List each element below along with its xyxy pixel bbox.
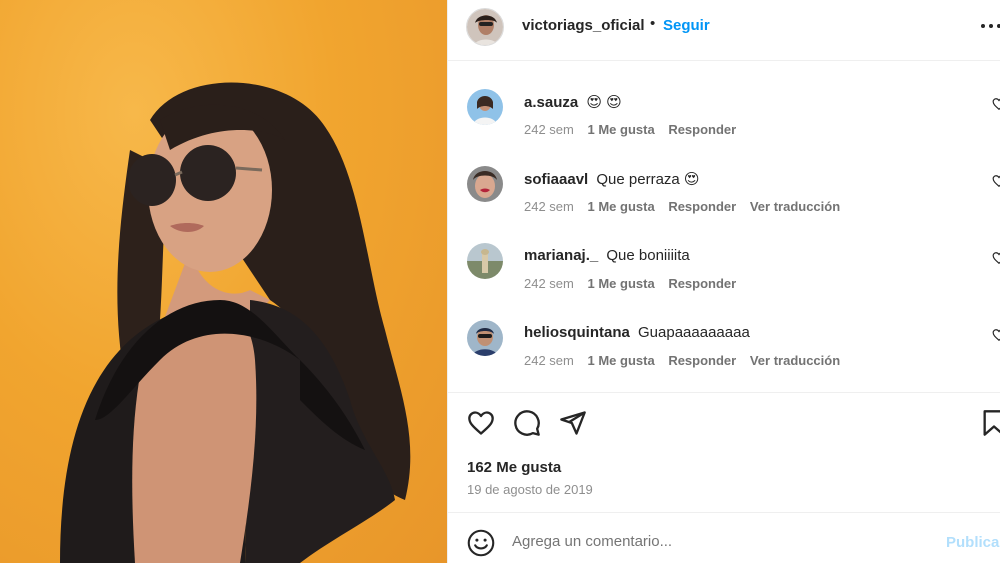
- comment-bubble-icon[interactable]: [513, 409, 541, 437]
- reply-button[interactable]: Responder: [668, 122, 736, 137]
- comment-like-icon[interactable]: [992, 328, 1000, 342]
- reply-button[interactable]: Responder: [668, 199, 736, 214]
- post-photo[interactable]: [0, 0, 447, 563]
- comment-username[interactable]: marianaj._: [524, 247, 598, 264]
- comment-like-icon[interactable]: [992, 251, 1000, 265]
- reply-button[interactable]: Responder: [668, 353, 736, 368]
- emoji-icon[interactable]: [467, 529, 495, 557]
- author-avatar[interactable]: [466, 8, 504, 46]
- comment-likes[interactable]: 1 Me gusta: [588, 353, 655, 368]
- more-horizontal-icon[interactable]: [979, 14, 1000, 38]
- comment-meta: 242 sem 1 Me gusta Responder Ver traducc…: [524, 199, 850, 214]
- comment-text-line: marianaj._ Que boniiiita: [524, 247, 690, 264]
- reply-button[interactable]: Responder: [668, 276, 736, 291]
- comment-item: heliosquintana Guapaaaaaaaaa 242 sem 1 M…: [448, 320, 1000, 392]
- follow-button[interactable]: Seguir: [663, 17, 710, 34]
- post-image: [60, 82, 411, 563]
- comment-time: 242 sem: [524, 122, 574, 137]
- comment-item: marianaj._ Que boniiiita 242 sem 1 Me gu…: [448, 243, 1000, 320]
- post-date: 19 de agosto de 2019: [467, 482, 593, 497]
- comment-item: a.sauza 😍 😍 242 sem 1 Me gusta Responder: [448, 89, 1000, 166]
- comment-time: 242 sem: [524, 353, 574, 368]
- comment-body: 😍 😍: [586, 94, 622, 111]
- comment-body: Que boniiiita: [606, 247, 690, 264]
- save-bookmark-icon[interactable]: [980, 409, 1000, 437]
- comment-time: 242 sem: [524, 276, 574, 291]
- comment-item: sofiaaavl Que perraza 😍 242 sem 1 Me gus…: [448, 166, 1000, 243]
- comment-likes[interactable]: 1 Me gusta: [588, 276, 655, 291]
- comment-body: Que perraza 😍: [596, 171, 700, 188]
- comment-meta: 242 sem 1 Me gusta Responder Ver traducc…: [524, 353, 850, 368]
- post-actions: 162 Me gusta 19 de agosto de 2019: [448, 392, 1000, 512]
- comment-text-line: heliosquintana Guapaaaaaaaaa: [524, 324, 750, 341]
- comment-like-icon[interactable]: [992, 97, 1000, 111]
- comment-body: Guapaaaaaaaaa: [638, 324, 750, 341]
- add-comment-bar: Publicar: [448, 512, 1000, 563]
- comment-avatar[interactable]: [467, 320, 503, 356]
- publish-button[interactable]: Publicar: [946, 534, 1000, 551]
- post-side-panel: victoriags_oficial • Seguir a.sauza 😍 😍: [447, 0, 1000, 563]
- comment-input[interactable]: [512, 533, 932, 550]
- header-separator: •: [650, 15, 656, 32]
- comment-like-icon[interactable]: [992, 174, 1000, 188]
- comment-likes[interactable]: 1 Me gusta: [588, 122, 655, 137]
- author-username[interactable]: victoriags_oficial: [522, 17, 645, 34]
- see-translation-button[interactable]: Ver traducción: [750, 199, 840, 214]
- post-header: victoriags_oficial • Seguir: [448, 0, 1000, 61]
- like-heart-icon[interactable]: [467, 409, 495, 437]
- comment-text-line: a.sauza 😍 😍: [524, 93, 622, 111]
- comment-username[interactable]: a.sauza: [524, 94, 578, 111]
- comment-time: 242 sem: [524, 199, 574, 214]
- share-send-icon[interactable]: [559, 409, 587, 437]
- comment-meta: 242 sem 1 Me gusta Responder: [524, 122, 746, 137]
- comment-username[interactable]: sofiaaavl: [524, 171, 588, 188]
- comment-likes[interactable]: 1 Me gusta: [588, 199, 655, 214]
- comment-text-line: sofiaaavl Que perraza 😍: [524, 170, 700, 188]
- comments-list[interactable]: a.sauza 😍 😍 242 sem 1 Me gusta Responder: [448, 62, 1000, 392]
- comment-avatar[interactable]: [467, 243, 503, 279]
- likes-count[interactable]: 162 Me gusta: [467, 459, 561, 476]
- comment-avatar[interactable]: [467, 166, 503, 202]
- comment-username[interactable]: heliosquintana: [524, 324, 630, 341]
- comment-meta: 242 sem 1 Me gusta Responder: [524, 276, 746, 291]
- comment-avatar[interactable]: [467, 89, 503, 125]
- see-translation-button[interactable]: Ver traducción: [750, 353, 840, 368]
